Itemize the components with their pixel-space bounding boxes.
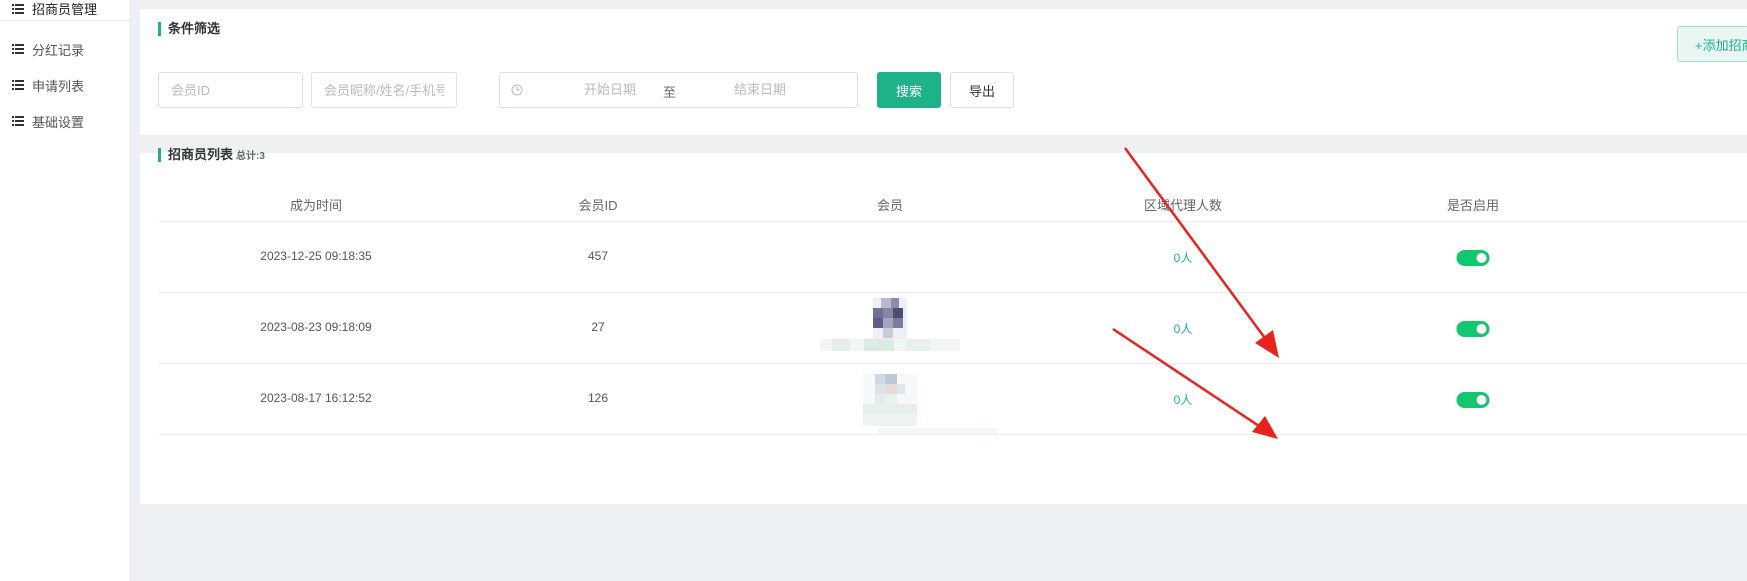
- sidebar-item-label: 招商员管理: [32, 2, 98, 17]
- member-avatar: [863, 374, 917, 429]
- member-id-input[interactable]: [158, 72, 303, 108]
- cell-time: 2023-08-17 16:12:52: [260, 391, 372, 405]
- column-header-member: 会员: [876, 198, 904, 213]
- cell-agent-count[interactable]: 0人: [1174, 320, 1193, 337]
- table-row: 2023-08-23 09:18:09 27 0人: [158, 293, 1747, 364]
- total-count: 总计:3: [236, 151, 265, 162]
- cell-member-id: 126: [587, 391, 609, 405]
- table-row: 2023-12-25 09:18:35 457 0人: [158, 222, 1747, 293]
- sidebar-item-basic-settings[interactable]: 基础设置: [0, 109, 130, 133]
- filter-panel: 条件筛选 +添加招商 至 搜索 导出: [140, 9, 1747, 135]
- member-name-blurred: [820, 339, 960, 351]
- column-header-time: 成为时间: [289, 198, 343, 213]
- cell-agent-count[interactable]: 0人: [1174, 249, 1193, 266]
- sidebar-item-label: 基础设置: [32, 114, 85, 130]
- cell-member-id: 27: [591, 320, 605, 334]
- list-title: 招商员列表 总计:3: [158, 148, 265, 164]
- cell-member-id: 457: [587, 249, 609, 263]
- cell-agent-count[interactable]: 0人: [1174, 391, 1193, 408]
- list-panel: 招商员列表 总计:3 成为时间 会员ID 会员 区域代理人数 是否启用 2023-…: [140, 148, 1747, 504]
- date-separator: 至: [663, 85, 677, 100]
- enabled-toggle[interactable]: [1456, 250, 1490, 266]
- table-row: 2023-08-17 16:12:52 126 0人: [158, 364, 1747, 435]
- list-title-text: 招商员列表: [168, 147, 234, 162]
- sidebar-item-merchant-manage[interactable]: 招商员管理: [0, 0, 130, 21]
- date-start-input[interactable]: [560, 82, 660, 97]
- export-button[interactable]: 导出: [950, 72, 1014, 108]
- sidebar: 招商员管理 分红记录 申请列表 基础设置: [0, 0, 131, 581]
- member-name-blurred: [878, 422, 998, 434]
- column-header-enabled: 是否启用: [1446, 198, 1500, 213]
- list-icon: [12, 3, 24, 14]
- date-range-picker[interactable]: 至: [499, 72, 858, 108]
- add-merchant-button[interactable]: +添加招商: [1677, 26, 1747, 62]
- clock-icon: [511, 84, 523, 99]
- merchant-table: 成为时间 会员ID 会员 区域代理人数 是否启用 2023-12-25 09:1…: [158, 187, 1747, 435]
- column-header-agent-count: 区域代理人数: [1143, 198, 1223, 213]
- list-icon: [12, 116, 24, 126]
- column-header-member-id: 会员ID: [578, 198, 618, 213]
- enabled-toggle[interactable]: [1456, 321, 1490, 337]
- date-end-input[interactable]: [710, 82, 810, 97]
- cell-time: 2023-08-23 09:18:09: [260, 320, 372, 334]
- sidebar-item-label: 申请列表: [32, 78, 85, 94]
- member-avatar: [873, 298, 907, 343]
- table-header: 成为时间 会员ID 会员 区域代理人数 是否启用: [158, 187, 1747, 222]
- filter-title: 条件筛选: [158, 22, 220, 36]
- sidebar-item-label: 分红记录: [32, 42, 85, 58]
- sidebar-item-dividend-records[interactable]: 分红记录: [0, 37, 130, 61]
- enabled-toggle[interactable]: [1456, 392, 1490, 408]
- cell-time: 2023-12-25 09:18:35: [260, 249, 372, 263]
- member-info-input[interactable]: [311, 72, 457, 108]
- sidebar-item-application-list[interactable]: 申请列表: [0, 73, 130, 97]
- list-icon: [12, 44, 24, 54]
- search-button[interactable]: 搜索: [877, 72, 941, 108]
- list-icon: [12, 80, 24, 90]
